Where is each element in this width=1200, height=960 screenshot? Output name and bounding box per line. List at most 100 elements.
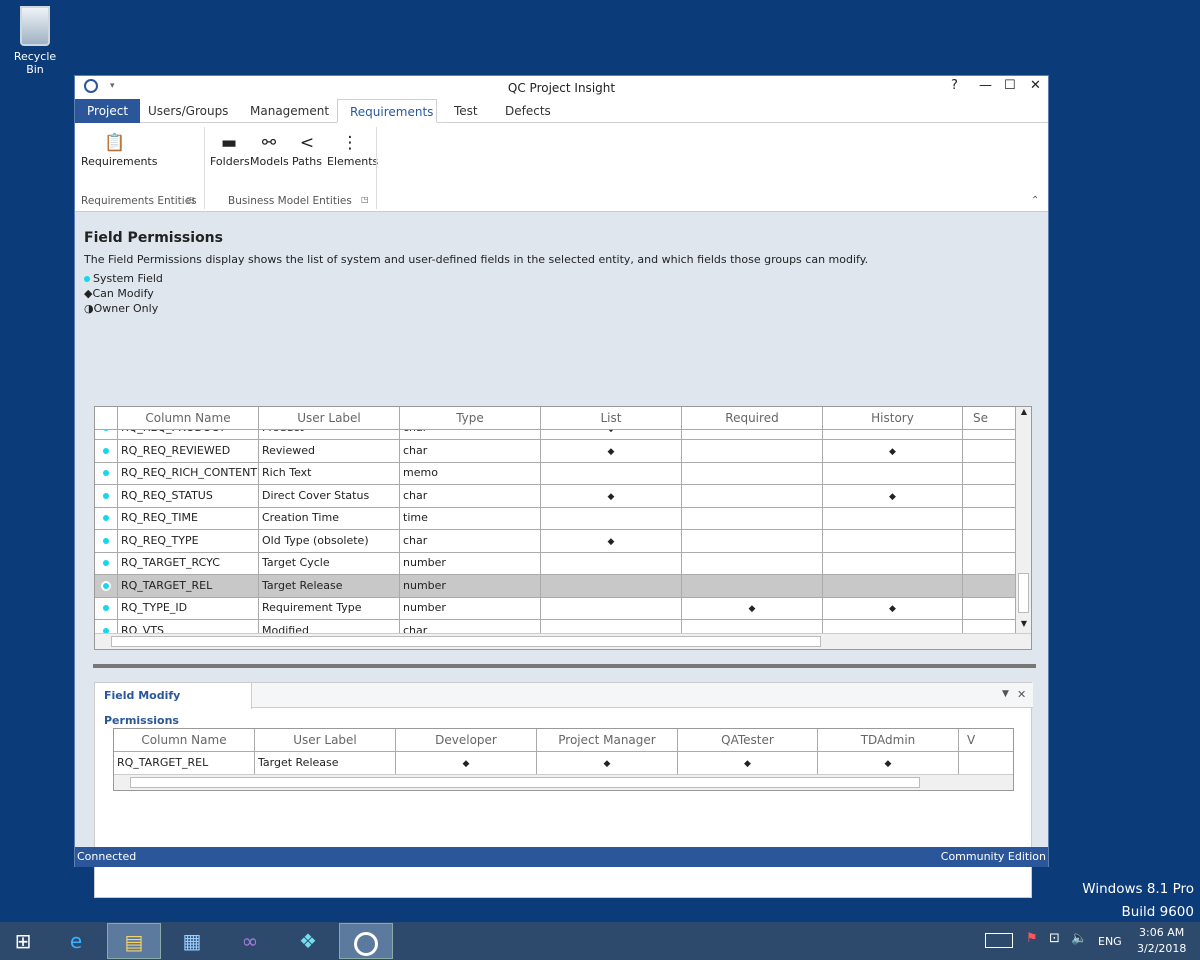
column-header-se[interactable]: Se bbox=[963, 407, 1016, 430]
internet-explorer-icon[interactable]: e bbox=[49, 923, 103, 959]
requirements-button[interactable]: 📋 Requirements bbox=[81, 131, 157, 168]
cell-se[interactable] bbox=[963, 484, 1016, 508]
column-header-user-label[interactable]: User Label bbox=[255, 729, 396, 752]
column-header-developer[interactable]: Developer bbox=[396, 729, 537, 752]
column-header-history[interactable]: History bbox=[823, 407, 963, 430]
cell-history[interactable] bbox=[823, 462, 963, 485]
dialog-launcher-icon[interactable]: ◳ bbox=[361, 195, 369, 204]
cell-list[interactable] bbox=[541, 574, 682, 598]
scrollbar-thumb[interactable] bbox=[1018, 573, 1029, 613]
paths-button[interactable]: < Paths bbox=[292, 131, 322, 168]
tab-field-modify-permissions[interactable]: Field Modify Permissions bbox=[95, 683, 252, 727]
maximize-button[interactable]: ☐ bbox=[1004, 78, 1016, 93]
scrollbar-thumb[interactable] bbox=[130, 777, 920, 788]
action-center-flag-icon[interactable]: ⚑ bbox=[1026, 931, 1038, 946]
vertical-scrollbar[interactable]: ▲ ▼ bbox=[1016, 407, 1031, 633]
splitter[interactable] bbox=[93, 664, 1036, 668]
column-header-v[interactable]: V bbox=[959, 729, 1013, 752]
cell-se[interactable] bbox=[963, 507, 1016, 530]
folders-button[interactable]: ▬ Folders bbox=[210, 131, 250, 168]
cell-history[interactable]: ◆ bbox=[823, 597, 963, 620]
column-header-tdadmin[interactable]: TDAdmin bbox=[818, 729, 959, 752]
language-indicator[interactable]: ENG bbox=[1098, 935, 1122, 948]
table-row[interactable]: RQ_REQ_STATUS Direct Cover Status char ◆ ◆ bbox=[95, 484, 1016, 508]
clock-time[interactable]: 3:06 AM bbox=[1139, 926, 1184, 939]
cell-required[interactable] bbox=[682, 507, 823, 530]
cell-se[interactable] bbox=[963, 462, 1016, 485]
cell-history[interactable]: ◆ bbox=[823, 439, 963, 463]
cell-list[interactable] bbox=[541, 462, 682, 485]
panel-close-icon[interactable]: ✕ bbox=[1017, 688, 1026, 701]
cell-permission[interactable]: ◆ bbox=[537, 752, 678, 775]
qc-project-insight-taskbar-icon[interactable] bbox=[339, 923, 393, 959]
volume-icon[interactable]: 🔈 bbox=[1071, 931, 1087, 946]
collapse-ribbon-icon[interactable]: ⌃ bbox=[1031, 195, 1039, 206]
table-row[interactable]: RQ_TARGET_REL Target Release number bbox=[95, 574, 1016, 598]
server-manager-icon[interactable]: ▦ bbox=[165, 923, 219, 959]
recycle-bin[interactable]: Recycle Bin bbox=[4, 6, 66, 76]
tab-project[interactable]: Project bbox=[75, 99, 141, 123]
cell-list[interactable] bbox=[541, 507, 682, 530]
cell-se[interactable] bbox=[963, 597, 1016, 620]
table-row[interactable]: RQ_TARGET_REL Target Release ◆ ◆ ◆ ◆ bbox=[114, 752, 1013, 775]
cell-permission[interactable]: ◆ bbox=[818, 752, 959, 775]
table-row[interactable]: RQ_TARGET_RCYC Target Cycle number bbox=[95, 552, 1016, 575]
network-icon[interactable]: ⊡ bbox=[1049, 931, 1060, 946]
cell-required[interactable] bbox=[682, 529, 823, 553]
column-header-required[interactable]: Required bbox=[682, 407, 823, 430]
visual-studio-icon[interactable]: ∞ bbox=[223, 923, 277, 959]
models-button[interactable]: ⚯ Models bbox=[250, 131, 289, 168]
cell-permission[interactable] bbox=[959, 752, 1013, 775]
elements-button[interactable]: ⋮ Elements bbox=[327, 131, 378, 168]
table-row[interactable]: RQ_TYPE_ID Requirement Type number ◆ ◆ bbox=[95, 597, 1016, 620]
cell-required[interactable] bbox=[682, 574, 823, 598]
close-button[interactable]: ✕ bbox=[1030, 78, 1041, 93]
file-explorer-icon[interactable]: ▤ bbox=[107, 923, 161, 959]
table-row[interactable]: RQ_REQ_TIME Creation Time time bbox=[95, 507, 1016, 530]
cell-permission[interactable]: ◆ bbox=[678, 752, 818, 775]
cell-list[interactable]: ◆ bbox=[541, 529, 682, 553]
tab-test[interactable]: Test bbox=[442, 99, 490, 123]
column-header-type[interactable]: Type bbox=[400, 407, 541, 430]
cell-se[interactable] bbox=[963, 439, 1016, 463]
cell-permission[interactable]: ◆ bbox=[396, 752, 537, 775]
cell-se[interactable] bbox=[963, 529, 1016, 553]
cell-list[interactable]: ◆ bbox=[541, 484, 682, 508]
clock-date[interactable]: 3/2/2018 bbox=[1137, 942, 1186, 955]
scroll-down-icon[interactable]: ▼ bbox=[1016, 619, 1031, 628]
horizontal-scrollbar[interactable] bbox=[95, 633, 1031, 649]
tab-defects[interactable]: Defects bbox=[493, 99, 563, 123]
tab-management[interactable]: Management bbox=[238, 99, 341, 123]
table-row[interactable]: RQ_REQ_TYPE Old Type (obsolete) char ◆ bbox=[95, 529, 1016, 553]
column-header-column-name[interactable]: Column Name bbox=[114, 729, 255, 752]
scrollbar-thumb[interactable] bbox=[111, 636, 821, 647]
dialog-launcher-icon[interactable]: ◳ bbox=[187, 195, 195, 204]
cell-required[interactable] bbox=[682, 439, 823, 463]
table-row[interactable]: RQ_REQ_RICH_CONTENT Rich Text memo bbox=[95, 462, 1016, 485]
minimize-button[interactable]: — bbox=[979, 78, 992, 93]
keyboard-icon[interactable] bbox=[985, 933, 1013, 948]
table-row[interactable]: RQ_REQ_REVIEWED Reviewed char ◆ ◆ bbox=[95, 439, 1016, 463]
column-header-list[interactable]: List bbox=[541, 407, 682, 430]
column-header-label[interactable]: User Label bbox=[259, 407, 400, 430]
cell-se[interactable] bbox=[963, 574, 1016, 598]
cell-list[interactable] bbox=[541, 597, 682, 620]
column-header-qatester[interactable]: QATester bbox=[678, 729, 818, 752]
scroll-up-icon[interactable]: ▲ bbox=[1016, 407, 1031, 416]
cell-history[interactable]: ◆ bbox=[823, 484, 963, 508]
cell-history[interactable] bbox=[823, 552, 963, 575]
horizontal-scrollbar[interactable] bbox=[114, 774, 1013, 790]
cell-history[interactable] bbox=[823, 507, 963, 530]
cell-history[interactable] bbox=[823, 574, 963, 598]
cell-history[interactable] bbox=[823, 529, 963, 553]
cell-required[interactable] bbox=[682, 462, 823, 485]
cell-required[interactable] bbox=[682, 484, 823, 508]
cell-list[interactable] bbox=[541, 552, 682, 575]
cell-list[interactable]: ◆ bbox=[541, 439, 682, 463]
help-button[interactable]: ? bbox=[951, 78, 958, 93]
column-header-name[interactable]: Column Name bbox=[118, 407, 259, 430]
cell-required[interactable] bbox=[682, 552, 823, 575]
app-cube-icon[interactable]: ❖ bbox=[281, 923, 335, 959]
start-button[interactable]: ⊞ bbox=[0, 923, 46, 959]
tab-requirements[interactable]: Requirements bbox=[337, 99, 437, 123]
